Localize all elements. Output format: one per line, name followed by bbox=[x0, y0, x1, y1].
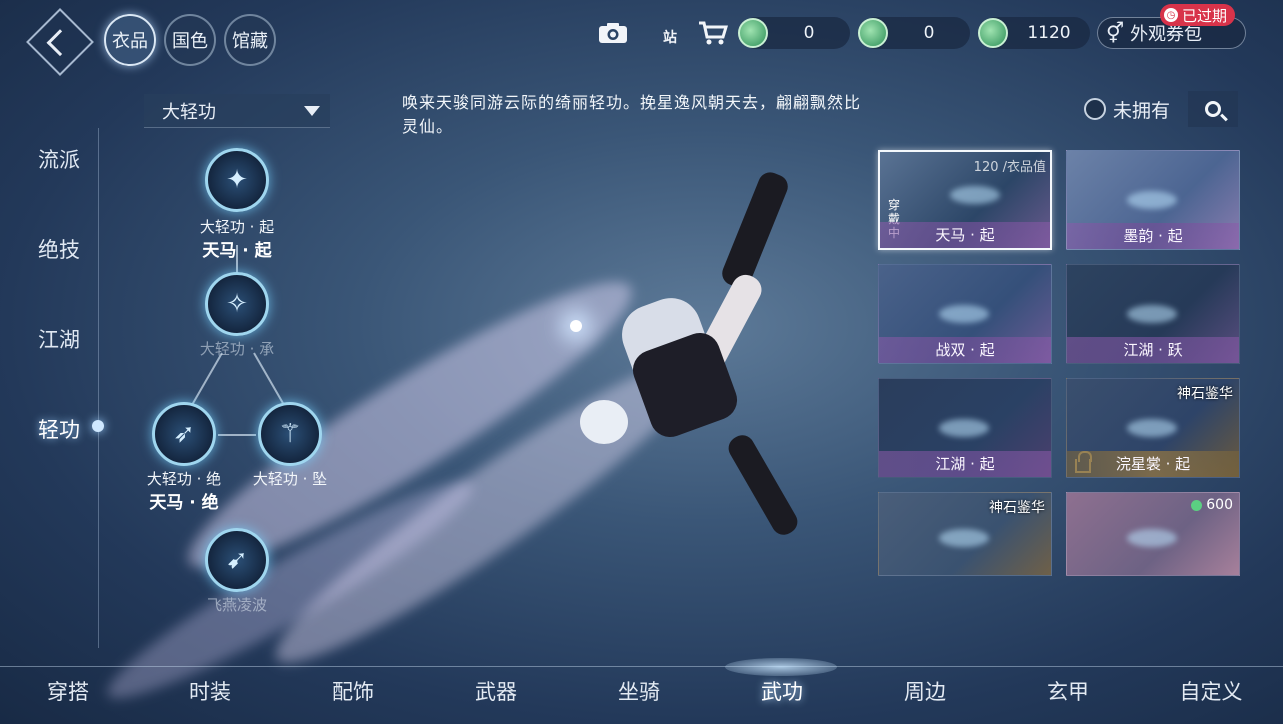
card-tianma-qi[interactable]: 120 /衣品值 穿戴中 天马 · 起 bbox=[878, 150, 1052, 250]
nav-active-indicator bbox=[92, 420, 104, 432]
tab-label: 衣品 bbox=[112, 31, 148, 52]
nav-item-jianghu[interactable]: 江湖 bbox=[38, 324, 80, 354]
card-tag: 神石鉴华 bbox=[1177, 386, 1233, 402]
tab-guose[interactable]: 国色 bbox=[164, 14, 216, 66]
card-huanxingshang-qi[interactable]: 神石鉴华 浣星裳 · 起 bbox=[1066, 378, 1240, 478]
flight-kick-icon: ✦ bbox=[226, 165, 248, 195]
skill-label: 大轻功 · 坠 bbox=[252, 470, 328, 488]
search-icon bbox=[1205, 101, 1221, 117]
skill-node-jue[interactable]: ➶ bbox=[152, 402, 216, 466]
card-jianghu-yue[interactable]: 江湖 · 跃 bbox=[1066, 264, 1240, 364]
card-name: 江湖 · 起 bbox=[879, 451, 1051, 477]
bottom-nav-divider bbox=[0, 666, 1283, 667]
bottom-tab-peishi[interactable]: 配饰 bbox=[293, 676, 413, 706]
station-label: 站 bbox=[663, 30, 677, 46]
card-zhanshuang-qi[interactable]: 战双 · 起 bbox=[878, 264, 1052, 364]
card-name: 天马 · 起 bbox=[880, 222, 1050, 248]
card-jianghu-qi[interactable]: 江湖 · 起 bbox=[878, 378, 1052, 478]
skill-node-cheng[interactable]: ✧ bbox=[205, 272, 269, 336]
skill-description: 唤来天骏同游云际的绮丽轻功。挽星逸风朝天去，翩翩飘然比灵仙。 bbox=[402, 93, 862, 136]
owned-toggle[interactable] bbox=[1084, 98, 1106, 120]
nav-item-qinggong[interactable]: 轻功 bbox=[38, 414, 80, 444]
camera-icon[interactable] bbox=[596, 18, 630, 48]
card-name: 战双 · 起 bbox=[879, 337, 1051, 363]
back-button[interactable] bbox=[26, 8, 94, 76]
bottom-tab-zhoubian[interactable]: 周边 bbox=[865, 676, 985, 706]
expired-label: 已过期 bbox=[1182, 6, 1228, 25]
skill-node-zhui[interactable]: ⚚ bbox=[258, 402, 322, 466]
bottom-tab-shizhuang[interactable]: 时装 bbox=[150, 676, 270, 706]
gender-coupon-icon: ⚥ bbox=[1106, 21, 1125, 45]
card-tag: 神石鉴华 bbox=[989, 500, 1045, 516]
flight-fall-icon: ⚚ bbox=[278, 419, 302, 449]
flight-dash-icon: ➶ bbox=[173, 419, 195, 449]
tab-label: 国色 bbox=[172, 31, 208, 52]
cart-icon[interactable] bbox=[696, 18, 730, 48]
shop-station-icon[interactable]: 站 bbox=[646, 18, 680, 48]
card-name: 浣星裳 · 起 bbox=[1067, 451, 1239, 477]
green-coin-icon bbox=[1191, 499, 1203, 511]
card-price: 600 bbox=[1191, 497, 1233, 513]
flight-glide-icon: ➹ bbox=[226, 545, 248, 575]
skill-sub: 天马 · 起 bbox=[202, 241, 272, 261]
card-shenshi-1[interactable]: 神石鉴华 bbox=[878, 492, 1052, 576]
active-tab-glow bbox=[725, 658, 837, 676]
currency-value: 1120 bbox=[1027, 23, 1071, 43]
flight-leap-icon: ✧ bbox=[226, 289, 248, 319]
green-coin-icon bbox=[738, 18, 768, 48]
skill-node-feiyan[interactable]: ➹ bbox=[205, 528, 269, 592]
search-button[interactable] bbox=[1188, 91, 1238, 127]
bottom-tab-chuanda[interactable]: 穿搭 bbox=[8, 676, 128, 706]
skill-label: 飞燕凌波 bbox=[206, 596, 267, 614]
tab-yipin[interactable]: 衣品 bbox=[104, 14, 156, 66]
expired-badge: ◷ 已过期 bbox=[1160, 4, 1236, 26]
currency-3[interactable]: 1120 bbox=[978, 17, 1090, 49]
nav-item-jueji[interactable]: 绝技 bbox=[38, 234, 80, 264]
card-price-600[interactable]: 600 bbox=[1066, 492, 1240, 576]
chevron-down-icon bbox=[304, 106, 320, 116]
nav-divider bbox=[98, 128, 99, 648]
currency-value: 0 bbox=[923, 23, 935, 43]
bottom-tab-xuanjia[interactable]: 玄甲 bbox=[1008, 676, 1128, 706]
bottom-tab-zuoqi[interactable]: 坐骑 bbox=[579, 676, 699, 706]
character-figure bbox=[560, 160, 840, 560]
skill-label: 大轻功 · 起 bbox=[199, 218, 275, 236]
card-name: 墨韵 · 起 bbox=[1067, 223, 1239, 249]
bottom-tab-zidingyi[interactable]: 自定义 bbox=[1151, 676, 1271, 706]
clock-icon: ◷ bbox=[1164, 8, 1178, 22]
currency-1[interactable]: 0 bbox=[738, 17, 850, 49]
currency-2[interactable]: 0 bbox=[858, 17, 970, 49]
dropdown-value: 大轻功 bbox=[162, 101, 216, 123]
bottom-tab-wugong[interactable]: 武功 bbox=[722, 676, 842, 706]
skill-label: 大轻功 · 承 bbox=[199, 340, 275, 358]
skill-sub: 天马 · 绝 bbox=[149, 493, 219, 513]
card-value: 120 /衣品值 bbox=[973, 160, 1046, 175]
card-name: 江湖 · 跃 bbox=[1067, 337, 1239, 363]
category-dropdown[interactable]: 大轻功 bbox=[144, 94, 330, 128]
skill-node-qi[interactable]: ✦ bbox=[205, 148, 269, 212]
owned-toggle-label[interactable]: 未拥有 bbox=[1113, 96, 1170, 123]
card-moyun-qi[interactable]: 墨韵 · 起 bbox=[1066, 150, 1240, 250]
currency-value: 0 bbox=[803, 23, 815, 43]
tab-label: 馆藏 bbox=[232, 31, 268, 52]
tab-guancang[interactable]: 馆藏 bbox=[224, 14, 276, 66]
tree-connector bbox=[218, 434, 256, 436]
nav-item-liupai[interactable]: 流派 bbox=[38, 144, 80, 174]
green-coin-icon bbox=[858, 18, 888, 48]
price-value: 600 bbox=[1206, 497, 1233, 513]
bottom-tab-wuqi[interactable]: 武器 bbox=[436, 676, 556, 706]
skill-label: 大轻功 · 绝 bbox=[146, 470, 222, 488]
green-coin-icon bbox=[978, 18, 1008, 48]
